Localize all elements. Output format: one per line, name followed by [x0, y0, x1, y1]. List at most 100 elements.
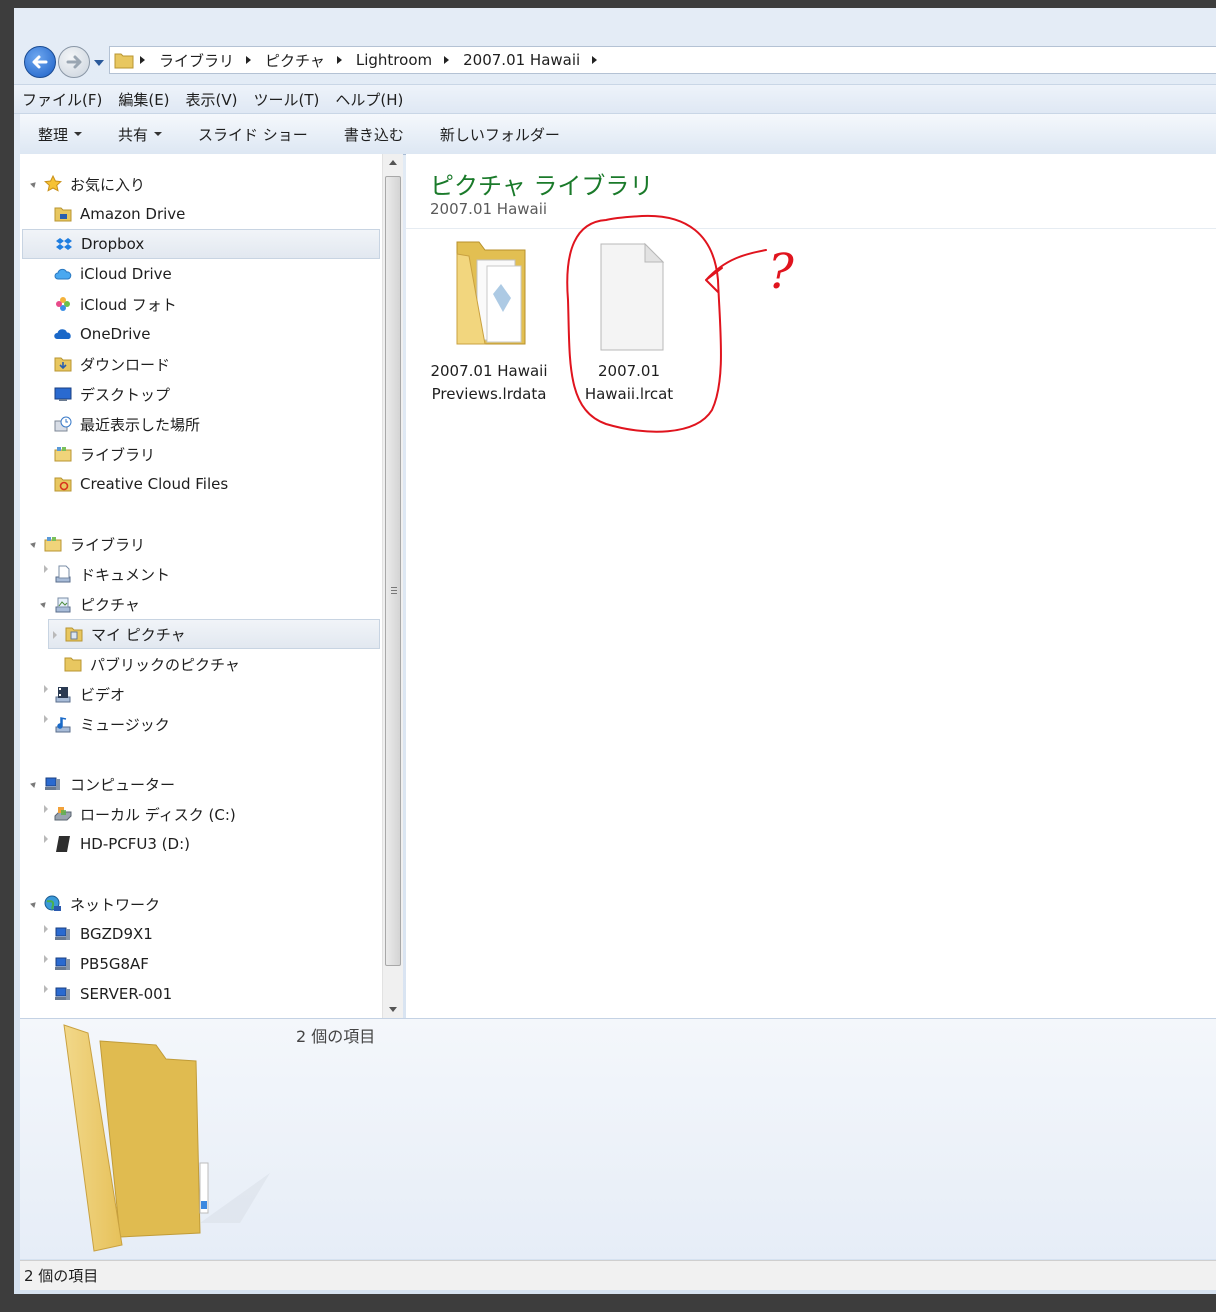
arrow-left-icon: [32, 55, 48, 69]
pictures-library-icon: [55, 597, 71, 613]
nav-icloud-drive-label: iCloud Drive: [80, 265, 172, 283]
back-button[interactable]: [24, 46, 56, 78]
expand-local-disk-toggle[interactable]: [44, 805, 48, 813]
nav-icloud-photos[interactable]: iCloud フォト: [54, 289, 177, 319]
menu-help[interactable]: ヘルプ(H): [327, 89, 411, 110]
library-subtitle: 2007.01 Hawaii: [430, 200, 548, 218]
breadcrumb-separator[interactable]: [246, 56, 252, 64]
nav-dropbox-label: Dropbox: [81, 235, 145, 253]
documents-library-icon: [55, 565, 71, 583]
cloud-icon: [54, 268, 72, 280]
share-label: 共有: [118, 125, 149, 144]
nav-libraries-shortcut[interactable]: ライブラリ: [54, 439, 155, 469]
nav-amazon-drive[interactable]: Amazon Drive: [54, 199, 185, 229]
nav-icloud-drive[interactable]: iCloud Drive: [54, 259, 172, 289]
command-toolbar: 整理 共有 スライド ショー 書き込む 新しいフォルダー: [20, 114, 1216, 155]
nav-onedrive-label: OneDrive: [80, 325, 151, 343]
breadcrumb-separator[interactable]: [444, 56, 450, 64]
nav-downloads-label: ダウンロード: [80, 355, 171, 374]
nav-recent-places[interactable]: 最近表示した場所: [54, 409, 200, 439]
nav-network[interactable]: ネットワーク: [44, 889, 160, 919]
menu-view[interactable]: 表示(V): [178, 89, 246, 110]
expand-videos-toggle[interactable]: [44, 685, 48, 693]
menu-bar: ファイル(F) 編集(E) 表示(V) ツール(T) ヘルプ(H): [14, 84, 1216, 114]
history-dropdown-button[interactable]: [94, 60, 104, 66]
expand-external-drive-toggle[interactable]: [44, 835, 48, 843]
expand-pb5g8af-toggle[interactable]: [44, 955, 48, 963]
breadcrumb-hawaii[interactable]: 2007.01 Hawaii: [457, 51, 586, 69]
breadcrumb-lightroom[interactable]: Lightroom: [350, 51, 438, 69]
nav-videos[interactable]: ビデオ: [54, 679, 125, 709]
status-item-count: 2 個の項目: [24, 1267, 99, 1285]
nav-documents[interactable]: ドキュメント: [54, 559, 170, 589]
scroll-down-arrow-icon[interactable]: [389, 1007, 397, 1012]
dropbox-icon: [56, 238, 72, 250]
expand-documents-toggle[interactable]: [44, 565, 48, 573]
burn-button[interactable]: 書き込む: [326, 124, 422, 145]
nav-documents-label: ドキュメント: [80, 565, 171, 584]
expand-computer-toggle[interactable]: [30, 778, 40, 788]
nav-local-disk-c[interactable]: ローカル ディスク (C:): [54, 799, 236, 829]
grip-icon: [391, 587, 397, 588]
share-button[interactable]: 共有: [100, 124, 180, 145]
expand-favorites-toggle[interactable]: [30, 178, 40, 188]
expand-network-toggle[interactable]: [30, 898, 40, 908]
breadcrumb-separator[interactable]: [592, 56, 598, 64]
my-pictures-folder-icon: [65, 627, 83, 642]
desktop-icon: [54, 387, 72, 401]
nav-downloads[interactable]: ダウンロード: [54, 349, 170, 379]
nav-recent-places-label: 最近表示した場所: [80, 415, 201, 434]
nav-music[interactable]: ミュージック: [54, 709, 170, 739]
nav-libraries[interactable]: ライブラリ: [44, 529, 145, 559]
expand-music-toggle[interactable]: [44, 715, 48, 723]
nav-dropbox[interactable]: Dropbox: [22, 229, 380, 259]
nav-my-pictures-label: マイ ピクチャ: [91, 625, 186, 644]
nav-external-drive-d[interactable]: HD-PCFU3 (D:): [54, 829, 190, 859]
nav-amazon-drive-label: Amazon Drive: [80, 205, 186, 223]
nav-computer[interactable]: コンピューター: [44, 769, 175, 799]
nav-network-pb5g8af-label: PB5G8AF: [80, 955, 149, 973]
nav-pane-scrollbar[interactable]: [382, 154, 403, 1018]
menu-tools[interactable]: ツール(T): [246, 89, 328, 110]
nav-network-pb5g8af[interactable]: PB5G8AF: [54, 949, 149, 979]
scroll-up-arrow-icon[interactable]: [389, 160, 397, 165]
nav-network-bgzd9x1-label: BGZD9X1: [80, 925, 153, 943]
details-item-count: 2 個の項目: [296, 1027, 376, 1046]
breadcrumb-libraries[interactable]: ライブラリ: [153, 50, 240, 71]
forward-button[interactable]: [58, 46, 90, 78]
file-item-previews-lrdata[interactable]: 2007.01 Hawaii Previews.lrdata: [424, 234, 554, 406]
organize-button[interactable]: 整理: [20, 124, 100, 145]
nav-libraries-label: ライブラリ: [70, 535, 146, 554]
nav-creative-cloud-files[interactable]: Creative Cloud Files: [54, 469, 228, 499]
menu-edit[interactable]: 編集(E): [110, 89, 177, 110]
expand-server-001-toggle[interactable]: [44, 985, 48, 993]
menu-file[interactable]: ファイル(F): [14, 89, 110, 110]
nav-my-pictures[interactable]: マイ ピクチャ: [48, 619, 380, 649]
nav-network-server-001[interactable]: SERVER-001: [54, 979, 172, 1009]
nav-onedrive[interactable]: OneDrive: [54, 319, 151, 349]
breadcrumb-pictures[interactable]: ピクチャ: [259, 50, 331, 71]
nav-favorites[interactable]: お気に入り: [44, 169, 145, 199]
external-drive-icon: [56, 836, 70, 852]
file-name-line2: Previews.lrdata: [431, 385, 547, 403]
slideshow-button[interactable]: スライド ショー: [180, 124, 326, 145]
nav-computer-label: コンピューター: [70, 775, 176, 794]
nav-desktop[interactable]: デスクトップ: [54, 379, 170, 409]
expand-bgzd9x1-toggle[interactable]: [44, 925, 48, 933]
nav-network-bgzd9x1[interactable]: BGZD9X1: [54, 919, 153, 949]
scrollbar-thumb[interactable]: [385, 176, 401, 966]
chevron-down-icon: [154, 132, 163, 136]
breadcrumb-separator[interactable]: [140, 56, 145, 64]
new-folder-button[interactable]: 新しいフォルダー: [422, 124, 578, 145]
expand-my-pictures-toggle[interactable]: [53, 631, 57, 639]
nav-public-pictures[interactable]: パブリックのピクチャ: [64, 649, 240, 679]
photos-flower-icon: [56, 297, 70, 311]
star-icon: [44, 175, 62, 192]
expand-libraries-toggle[interactable]: [30, 538, 40, 548]
breadcrumb-separator[interactable]: [336, 56, 342, 64]
expand-pictures-toggle[interactable]: [40, 598, 50, 608]
address-bar[interactable]: ライブラリ ピクチャ Lightroom 2007.01 Hawaii: [109, 46, 1216, 74]
content-pane: ピクチャ ライブラリ 2007.01 Hawaii 2007.01 Hawaii…: [406, 154, 1216, 1018]
folder-icon: [63, 1024, 270, 1252]
nav-pictures[interactable]: ピクチャ: [54, 589, 140, 619]
